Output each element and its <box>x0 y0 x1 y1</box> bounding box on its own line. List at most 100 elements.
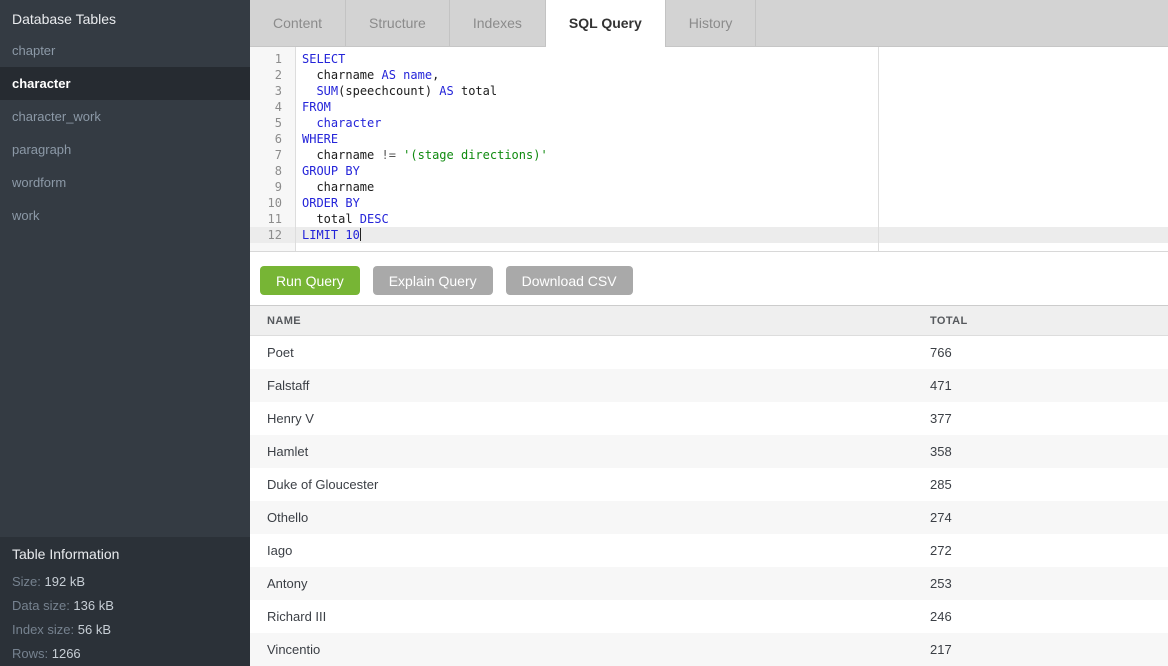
code-line-2: charname AS name, <box>250 67 1168 83</box>
cell-name: Poet <box>250 336 913 369</box>
info-label: Size: <box>12 574 45 589</box>
code-token: SUM <box>316 84 338 98</box>
code-token: '(stage directions)' <box>403 148 548 162</box>
code-token: charname <box>302 180 374 194</box>
code-line-1: SELECT <box>250 51 1168 67</box>
tab-history[interactable]: History <box>666 0 757 46</box>
cell-name: Othello <box>250 501 913 534</box>
code-line-7: charname != '(stage directions)' <box>250 147 1168 163</box>
code-token: total <box>454 84 497 98</box>
code-token <box>302 116 316 130</box>
info-line: Index size: 56 kB <box>12 618 238 642</box>
cell-total: 272 <box>913 534 1168 567</box>
info-label: Data size: <box>12 598 73 613</box>
info-line: Size: 192 kB <box>12 570 238 594</box>
code-token: (speechcount) <box>338 84 439 98</box>
explain-query-button[interactable]: Explain Query <box>373 266 493 295</box>
code-token: , <box>432 68 439 82</box>
cell-name: Antony <box>250 567 913 600</box>
code-token: total <box>302 212 360 226</box>
line-number: 2 <box>250 67 295 83</box>
cell-name: Falstaff <box>250 369 913 402</box>
code-line-9: charname <box>250 179 1168 195</box>
download-csv-button[interactable]: Download CSV <box>506 266 633 295</box>
cell-name: Iago <box>250 534 913 567</box>
code-token: AS <box>381 68 395 82</box>
cell-total: 471 <box>913 369 1168 402</box>
info-line: Rows: 1266 <box>12 642 238 666</box>
results-table: NAME TOTAL Poet766Falstaff471Henry V377H… <box>250 305 1168 666</box>
cell-total: 358 <box>913 435 1168 468</box>
code-token: SELECT <box>302 52 345 66</box>
line-number: 4 <box>250 99 295 115</box>
tab-sql-query[interactable]: SQL Query <box>546 0 666 47</box>
line-number: 11 <box>250 211 295 227</box>
table-row: Duke of Gloucester285 <box>250 468 1168 501</box>
line-number: 3 <box>250 83 295 99</box>
cell-name: Duke of Gloucester <box>250 468 913 501</box>
sidebar-item-work[interactable]: work <box>0 199 250 232</box>
info-value: 192 kB <box>45 574 85 589</box>
table-row: Othello274 <box>250 501 1168 534</box>
table-row: Hamlet358 <box>250 435 1168 468</box>
code-line-5: character <box>250 115 1168 131</box>
column-header-total: TOTAL <box>913 306 1168 336</box>
sidebar-item-character_work[interactable]: character_work <box>0 100 250 133</box>
column-ruler <box>878 47 879 251</box>
cell-name: Hamlet <box>250 435 913 468</box>
table-information-fields: Size: 192 kB Data size: 136 kB Index size:… <box>12 570 238 666</box>
cell-total: 285 <box>913 468 1168 501</box>
code-token <box>302 84 316 98</box>
cell-total: 377 <box>913 402 1168 435</box>
tab-indexes[interactable]: Indexes <box>450 0 546 46</box>
code-token: name <box>403 68 432 82</box>
sidebar-item-chapter[interactable]: chapter <box>0 34 250 67</box>
code-line-8: GROUP BY <box>250 163 1168 179</box>
tab-bar: ContentStructureIndexesSQL QueryHistory <box>250 0 1168 47</box>
code-token: 10 <box>345 228 359 242</box>
code-line-12: LIMIT 10 <box>250 227 1168 243</box>
table-row: Vincentio217 <box>250 633 1168 666</box>
cell-total: 766 <box>913 336 1168 369</box>
code-token: ORDER BY <box>302 196 360 210</box>
column-header-name: NAME <box>250 306 913 336</box>
cell-total: 274 <box>913 501 1168 534</box>
info-label: Rows: <box>12 646 52 661</box>
cell-name: Richard III <box>250 600 913 633</box>
line-number: 1 <box>250 51 295 67</box>
code-lines: SELECT charname AS name, SUM(speechcount… <box>250 47 1168 243</box>
main-panel: ContentStructureIndexesSQL QueryHistory … <box>250 0 1168 666</box>
info-value: 136 kB <box>73 598 113 613</box>
code-line-3: SUM(speechcount) AS total <box>250 83 1168 99</box>
code-line-4: FROM <box>250 99 1168 115</box>
code-token: DESC <box>360 212 389 226</box>
line-number: 7 <box>250 147 295 163</box>
app-window: Database Tables chaptercharactercharacte… <box>0 0 1168 666</box>
info-value: 1266 <box>52 646 81 661</box>
table-row: Henry V377 <box>250 402 1168 435</box>
tab-content[interactable]: Content <box>250 0 346 46</box>
table-information-panel: Table Information Size: 192 kBData size:… <box>0 537 250 666</box>
sql-editor[interactable]: SELECT charname AS name, SUM(speechcount… <box>250 47 1168 252</box>
code-token: WHERE <box>302 132 338 146</box>
line-number-gutter: 123456789101112 <box>250 47 296 251</box>
run-query-button[interactable]: Run Query <box>260 266 360 295</box>
line-number: 8 <box>250 163 295 179</box>
sidebar-item-character[interactable]: character <box>0 67 250 100</box>
code-token: AS <box>439 84 453 98</box>
code-token: GROUP BY <box>302 164 360 178</box>
results-area: NAME TOTAL Poet766Falstaff471Henry V377H… <box>250 305 1168 666</box>
info-label: Index size: <box>12 622 78 637</box>
cell-total: 253 <box>913 567 1168 600</box>
code-token: charname <box>302 68 381 82</box>
results-header-row: NAME TOTAL <box>250 306 1168 336</box>
cell-name: Henry V <box>250 402 913 435</box>
table-row: Richard III246 <box>250 600 1168 633</box>
text-cursor <box>360 228 361 241</box>
sidebar-title: Database Tables <box>0 0 250 34</box>
sidebar-item-wordform[interactable]: wordform <box>0 166 250 199</box>
tab-structure[interactable]: Structure <box>346 0 450 46</box>
sidebar-item-paragraph[interactable]: paragraph <box>0 133 250 166</box>
table-row: Falstaff471 <box>250 369 1168 402</box>
code-token: LIMIT <box>302 228 338 242</box>
